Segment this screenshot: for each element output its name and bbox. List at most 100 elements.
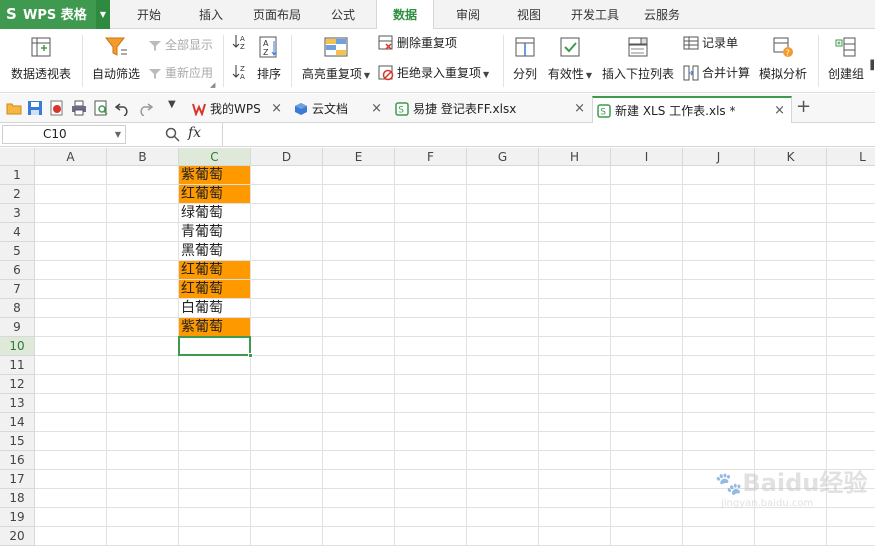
sort-button[interactable]: AZ 排序 — [254, 35, 284, 82]
cell-j3[interactable] — [683, 204, 755, 223]
cell-e10[interactable] — [323, 337, 395, 356]
cell-l4[interactable] — [827, 223, 875, 242]
cell-g2[interactable] — [467, 185, 539, 204]
cell-d2[interactable] — [251, 185, 323, 204]
cell-l14[interactable] — [827, 413, 875, 432]
cell-h12[interactable] — [539, 375, 611, 394]
cell-f11[interactable] — [395, 356, 467, 375]
cell-h16[interactable] — [539, 451, 611, 470]
row-header-9[interactable]: 9 — [0, 318, 35, 337]
cell-c18[interactable] — [179, 489, 251, 508]
column-header-a[interactable]: A — [35, 148, 107, 166]
cell-l5[interactable] — [827, 242, 875, 261]
cell-i14[interactable] — [611, 413, 683, 432]
cell-i12[interactable] — [611, 375, 683, 394]
cell-i10[interactable] — [611, 337, 683, 356]
cell-b13[interactable] — [107, 394, 179, 413]
sort-descending-button[interactable]: ZA — [232, 63, 251, 83]
cell-e11[interactable] — [323, 356, 395, 375]
cell-b15[interactable] — [107, 432, 179, 451]
cell-c1[interactable]: 紫葡萄 — [179, 166, 251, 185]
cell-j15[interactable] — [683, 432, 755, 451]
cell-l20[interactable] — [827, 527, 875, 546]
cell-i8[interactable] — [611, 299, 683, 318]
cell-e2[interactable] — [323, 185, 395, 204]
cell-d12[interactable] — [251, 375, 323, 394]
cell-b1[interactable] — [107, 166, 179, 185]
cell-b10[interactable] — [107, 337, 179, 356]
menu-page-layout[interactable]: 页面布局 — [248, 0, 306, 29]
cell-f2[interactable] — [395, 185, 467, 204]
cell-e19[interactable] — [323, 508, 395, 527]
cell-d4[interactable] — [251, 223, 323, 242]
cell-g16[interactable] — [467, 451, 539, 470]
cell-i17[interactable] — [611, 470, 683, 489]
cell-f4[interactable] — [395, 223, 467, 242]
cell-d19[interactable] — [251, 508, 323, 527]
cell-f15[interactable] — [395, 432, 467, 451]
cell-h13[interactable] — [539, 394, 611, 413]
cell-b8[interactable] — [107, 299, 179, 318]
cell-b6[interactable] — [107, 261, 179, 280]
cell-c4[interactable]: 青葡萄 — [179, 223, 251, 242]
cell-h2[interactable] — [539, 185, 611, 204]
cell-j1[interactable] — [683, 166, 755, 185]
tab-my-wps[interactable]: 我的WPS × — [188, 96, 288, 123]
cell-c8[interactable]: 白葡萄 — [179, 299, 251, 318]
row-header-1[interactable]: 1 — [0, 166, 35, 185]
row-header-2[interactable]: 2 — [0, 185, 35, 204]
cell-g8[interactable] — [467, 299, 539, 318]
cell-c13[interactable] — [179, 394, 251, 413]
cell-e18[interactable] — [323, 489, 395, 508]
cell-e5[interactable] — [323, 242, 395, 261]
tab-new-xls-worksheet[interactable]: S 新建 XLS 工作表.xls * × — [592, 96, 792, 123]
remove-duplicates-button[interactable]: 删除重复项 — [378, 33, 457, 53]
cell-l2[interactable] — [827, 185, 875, 204]
cell-b4[interactable] — [107, 223, 179, 242]
cell-f17[interactable] — [395, 470, 467, 489]
cell-k15[interactable] — [755, 432, 827, 451]
cell-f1[interactable] — [395, 166, 467, 185]
cell-j2[interactable] — [683, 185, 755, 204]
row-header-15[interactable]: 15 — [0, 432, 35, 451]
cell-a16[interactable] — [35, 451, 107, 470]
cell-b17[interactable] — [107, 470, 179, 489]
cell-f20[interactable] — [395, 527, 467, 546]
cell-c16[interactable] — [179, 451, 251, 470]
cell-k19[interactable] — [755, 508, 827, 527]
cell-a17[interactable] — [35, 470, 107, 489]
cell-i1[interactable] — [611, 166, 683, 185]
cell-c10[interactable] — [179, 337, 251, 356]
cell-a5[interactable] — [35, 242, 107, 261]
cell-g5[interactable] — [467, 242, 539, 261]
cell-e7[interactable] — [323, 280, 395, 299]
cell-j10[interactable] — [683, 337, 755, 356]
cell-h18[interactable] — [539, 489, 611, 508]
cell-b12[interactable] — [107, 375, 179, 394]
cell-g15[interactable] — [467, 432, 539, 451]
cell-b2[interactable] — [107, 185, 179, 204]
cell-f12[interactable] — [395, 375, 467, 394]
cell-c6[interactable]: 红葡萄 — [179, 261, 251, 280]
insert-dropdown-list-button[interactable]: 插入下拉列表 — [601, 35, 675, 82]
cell-e20[interactable] — [323, 527, 395, 546]
cell-a10[interactable] — [35, 337, 107, 356]
redo-icon[interactable] — [137, 100, 153, 116]
cell-b16[interactable] — [107, 451, 179, 470]
show-all-button[interactable]: 全部显示 — [148, 35, 213, 55]
cell-l10[interactable] — [827, 337, 875, 356]
cell-l8[interactable] — [827, 299, 875, 318]
auto-filter-button[interactable]: 自动筛选 — [88, 35, 144, 82]
cell-h19[interactable] — [539, 508, 611, 527]
cell-d7[interactable] — [251, 280, 323, 299]
cell-j6[interactable] — [683, 261, 755, 280]
row-header-20[interactable]: 20 — [0, 527, 35, 546]
cell-g11[interactable] — [467, 356, 539, 375]
data-validation-button[interactable]: 有效性 ▼ — [545, 35, 595, 82]
cell-g17[interactable] — [467, 470, 539, 489]
cell-i20[interactable] — [611, 527, 683, 546]
cell-f3[interactable] — [395, 204, 467, 223]
cell-j13[interactable] — [683, 394, 755, 413]
cell-i15[interactable] — [611, 432, 683, 451]
cell-h17[interactable] — [539, 470, 611, 489]
